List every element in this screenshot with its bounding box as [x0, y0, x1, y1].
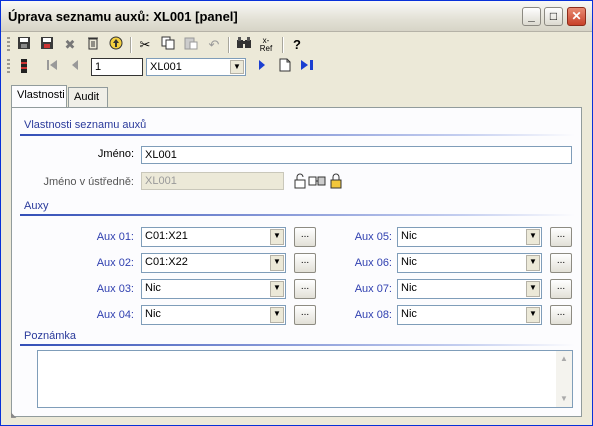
aux-03-value: Nic: [145, 282, 161, 294]
record-select[interactable]: XL001 ▼: [146, 58, 246, 76]
central-name-field: [141, 172, 284, 190]
previous-record-icon[interactable]: [66, 58, 84, 76]
chevron-down-icon[interactable]: ▼: [270, 307, 284, 323]
note-section-title: Poznámka: [24, 330, 76, 342]
title-bar[interactable]: Úprava seznamu auxů: XL001 [panel] _ □ ✕: [1, 1, 592, 32]
record-list-icon[interactable]: [15, 58, 33, 76]
undo-icon[interactable]: ↶: [205, 36, 223, 54]
aux-05-label: Aux 05:: [354, 231, 392, 243]
last-record-icon[interactable]: [298, 58, 316, 76]
aux-03-browse-button[interactable]: ...: [294, 279, 316, 299]
aux-06-value: Nic: [401, 256, 417, 268]
dialog-window: Úprava seznamu auxů: XL001 [panel] _ □ ✕…: [0, 0, 593, 426]
aux-07-browse-button[interactable]: ...: [550, 279, 572, 299]
chevron-down-icon[interactable]: ▼: [526, 281, 540, 297]
aux-04-value: Nic: [145, 308, 161, 320]
aux-07-select[interactable]: Nic ▼: [397, 279, 542, 299]
lock-open-icon[interactable]: [294, 173, 306, 192]
tab-audit[interactable]: Audit: [68, 87, 108, 107]
save-icon[interactable]: [15, 36, 33, 54]
aux-04-select[interactable]: Nic ▼: [141, 305, 286, 325]
maximize-icon: □: [549, 9, 558, 23]
maximize-button[interactable]: □: [544, 7, 563, 26]
help-icon[interactable]: ?: [288, 36, 306, 54]
aux-03-select[interactable]: Nic ▼: [141, 279, 286, 299]
up-circle-icon[interactable]: [107, 36, 125, 54]
properties-panel: Vlastnosti seznamu auxů Jméno: Jméno v ú…: [11, 107, 582, 417]
aux-05-value: Nic: [401, 230, 417, 242]
aux-06-label: Aux 06:: [354, 257, 392, 269]
aux-05-select[interactable]: Nic ▼: [397, 227, 542, 247]
close-button[interactable]: ✕: [567, 7, 586, 26]
link-icon: [308, 176, 326, 189]
resize-grip-icon[interactable]: ◣: [11, 411, 16, 419]
save-close-icon[interactable]: [38, 36, 56, 54]
scroll-up-icon[interactable]: ▲: [556, 351, 572, 367]
chevron-down-icon[interactable]: ▼: [526, 307, 540, 323]
paste-icon[interactable]: [182, 36, 200, 54]
aux-01-label: Aux 01:: [96, 231, 134, 243]
aux-08-browse-button[interactable]: ...: [550, 305, 572, 325]
toolbar-grip[interactable]: [7, 37, 10, 53]
aux-08-value: Nic: [401, 308, 417, 320]
next-record-icon[interactable]: [253, 58, 271, 76]
tab-vlastnosti[interactable]: Vlastnosti: [11, 85, 67, 107]
main-toolbar: ✖ ✂ ↶ x- Ref ?: [1, 34, 592, 56]
aux-01-browse-button[interactable]: ...: [294, 227, 316, 247]
chevron-down-icon[interactable]: ▼: [526, 255, 540, 271]
name-label: Jméno:: [97, 148, 134, 160]
auxes-section-title: Auxy: [24, 200, 49, 212]
chevron-down-icon[interactable]: ▼: [526, 229, 540, 245]
cut-icon[interactable]: ✂: [136, 36, 154, 54]
lock-closed-icon[interactable]: [330, 173, 342, 192]
minimize-button[interactable]: _: [522, 7, 541, 26]
scroll-down-icon[interactable]: ▼: [556, 391, 572, 407]
note-scrollbar[interactable]: ▲ ▼: [556, 351, 572, 407]
chevron-down-icon[interactable]: ▼: [270, 281, 284, 297]
delete-icon[interactable]: [84, 36, 102, 54]
aux-01-value: C01:X21: [145, 230, 188, 242]
name-field[interactable]: [141, 146, 572, 164]
aux-08-label: Aux 08:: [354, 309, 392, 321]
aux-05-browse-button[interactable]: ...: [550, 227, 572, 247]
aux-02-value: C01:X22: [145, 256, 188, 268]
copy-icon[interactable]: [159, 36, 177, 54]
chevron-down-icon[interactable]: ▼: [270, 255, 284, 271]
note-textarea[interactable]: [37, 350, 573, 408]
aux-01-select[interactable]: C01:X21 ▼: [141, 227, 286, 247]
record-number-input[interactable]: [91, 58, 143, 76]
tab-label: Audit: [74, 91, 100, 103]
aux-04-browse-button[interactable]: ...: [294, 305, 316, 325]
central-name-label: Jméno v ústředně:: [43, 176, 135, 188]
aux-08-select[interactable]: Nic ▼: [397, 305, 542, 325]
navigation-toolbar: XL001 ▼: [1, 56, 592, 78]
chevron-down-icon[interactable]: ▼: [230, 60, 244, 74]
aux-06-select[interactable]: Nic ▼: [397, 253, 542, 273]
toolbar-grip-2[interactable]: [7, 59, 10, 75]
aux-06-browse-button[interactable]: ...: [550, 253, 572, 273]
cancel-icon[interactable]: ✖: [61, 36, 79, 54]
minimize-icon: _: [528, 9, 535, 23]
aux-02-label: Aux 02:: [96, 257, 134, 269]
properties-section-title: Vlastnosti seznamu auxů: [24, 119, 147, 131]
aux-02-browse-button[interactable]: ...: [294, 253, 316, 273]
close-icon: ✕: [571, 9, 582, 23]
aux-02-select[interactable]: C01:X22 ▼: [141, 253, 286, 273]
aux-07-value: Nic: [401, 282, 417, 294]
first-record-icon[interactable]: [43, 58, 61, 76]
record-select-value: XL001: [150, 61, 182, 73]
window-title: Úprava seznamu auxů: XL001 [panel]: [8, 9, 238, 24]
tab-label: Vlastnosti: [17, 89, 65, 101]
new-record-icon[interactable]: [276, 58, 294, 76]
aux-07-label: Aux 07:: [354, 283, 392, 295]
aux-04-label: Aux 04:: [96, 309, 134, 321]
chevron-down-icon[interactable]: ▼: [270, 229, 284, 245]
aux-03-label: Aux 03:: [96, 283, 134, 295]
xref-icon[interactable]: x- Ref: [257, 37, 275, 55]
find-icon[interactable]: [235, 36, 253, 54]
